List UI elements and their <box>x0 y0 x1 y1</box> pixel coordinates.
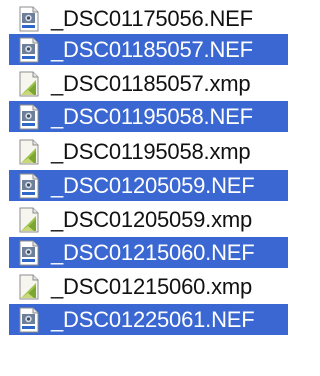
nef-icon <box>19 240 39 265</box>
nef-icon <box>19 104 39 129</box>
file-row[interactable]: _DSC01175056.NEF <box>9 3 288 34</box>
file-row[interactable]: _DSC01195058.NEF <box>9 101 288 132</box>
nef-icon <box>19 173 39 198</box>
nef-icon <box>19 37 39 62</box>
nef-icon <box>19 307 39 332</box>
file-name: _DSC01185057.NEF <box>51 36 253 62</box>
file-name: _DSC01185057.xmp <box>51 70 251 96</box>
file-row[interactable]: _DSC01215060.NEF <box>9 237 288 268</box>
file-row[interactable]: _DSC01195058.xmp <box>9 136 288 167</box>
file-name: _DSC01175056.NEF <box>51 5 253 31</box>
xmp-icon <box>19 207 39 232</box>
nef-icon <box>19 6 39 31</box>
file-name: _DSC01215060.xmp <box>51 273 253 299</box>
file-row[interactable]: _DSC01215060.xmp <box>9 271 288 302</box>
file-name: _DSC01205059.NEF <box>51 172 255 198</box>
xmp-icon <box>19 274 39 299</box>
file-row[interactable]: _DSC01225061.NEF <box>9 304 288 335</box>
file-name: _DSC01225061.NEF <box>51 306 255 332</box>
xmp-icon <box>19 71 39 96</box>
file-name: _DSC01195058.NEF <box>51 103 253 129</box>
file-name: _DSC01195058.xmp <box>51 138 251 164</box>
file-name: _DSC01205059.xmp <box>51 206 253 232</box>
file-row[interactable]: _DSC01185057.xmp <box>9 68 288 99</box>
file-row[interactable]: _DSC01185057.NEF <box>9 34 288 65</box>
file-row[interactable]: _DSC01205059.xmp <box>9 204 288 235</box>
file-name: _DSC01215060.NEF <box>51 239 255 265</box>
file-list: _DSC01175056.NEF _DSC01185057.NEF _DSC01… <box>0 0 302 376</box>
file-row[interactable]: _DSC01205059.NEF <box>9 170 288 201</box>
xmp-icon <box>19 139 39 164</box>
